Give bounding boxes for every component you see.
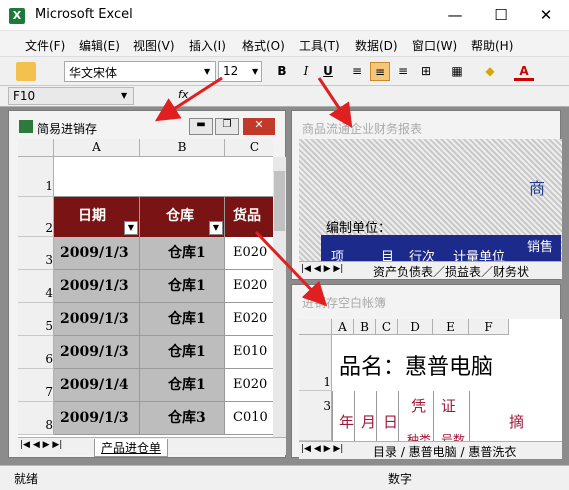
status-bar: 就绪 数字 <box>0 465 569 490</box>
status-num: 数字 <box>388 472 413 486</box>
arrow-to-ledger <box>254 230 328 307</box>
arrow-to-inventory <box>154 76 223 122</box>
status-ready: 就绪 <box>14 472 39 486</box>
arrow-to-finance <box>317 77 353 128</box>
annotation-arrows <box>154 76 353 307</box>
